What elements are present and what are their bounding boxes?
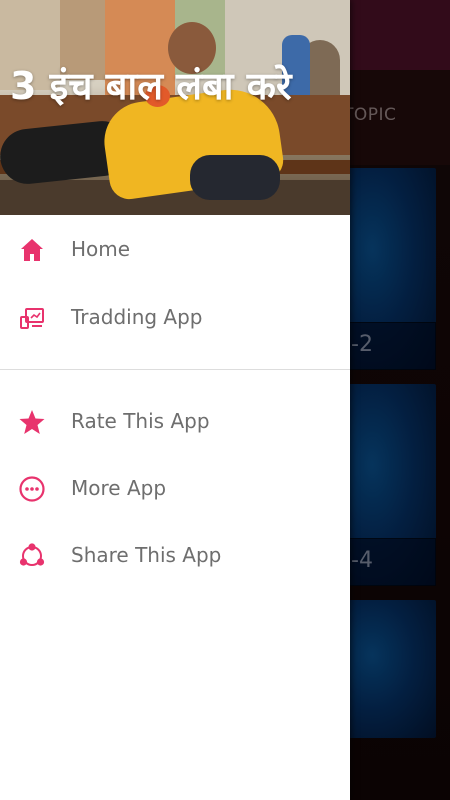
share-icon [18, 542, 46, 570]
more-dots-icon [18, 475, 46, 503]
menu-divider [0, 369, 350, 370]
menu-item-label: Tradding App [71, 305, 203, 329]
menu-item-rate-this-app[interactable]: Rate This App [0, 388, 350, 455]
drawer-header-title: 3 इंच बाल लंबा करे [10, 64, 292, 108]
drawer-secondary-menu: Rate This App More App Share This App [0, 388, 350, 589]
menu-item-home[interactable]: Home [0, 216, 350, 284]
menu-item-tradding-app[interactable]: Tradding App [0, 284, 350, 352]
menu-item-more-app[interactable]: More App [0, 455, 350, 522]
drawer-header: 3 इंच बाल लंबा करे [0, 0, 350, 215]
navigation-drawer: 3 इंच बाल लंबा करे Home Tradding App Rat… [0, 0, 350, 800]
menu-item-label: Rate This App [71, 409, 210, 433]
devices-icon [18, 304, 46, 332]
menu-item-label: More App [71, 476, 167, 500]
home-icon [18, 236, 46, 264]
header-photo-bag [190, 155, 280, 200]
menu-item-label: Share This App [71, 543, 222, 567]
menu-item-label: Home [71, 237, 131, 261]
screen: TOPIC -2 -4 3 इंच बाल लंबा करे Home Trad… [0, 0, 450, 800]
drawer-scrim[interactable] [350, 0, 450, 800]
drawer-primary-menu: Home Tradding App [0, 216, 350, 352]
menu-item-share-this-app[interactable]: Share This App [0, 522, 350, 589]
star-icon [18, 408, 46, 436]
